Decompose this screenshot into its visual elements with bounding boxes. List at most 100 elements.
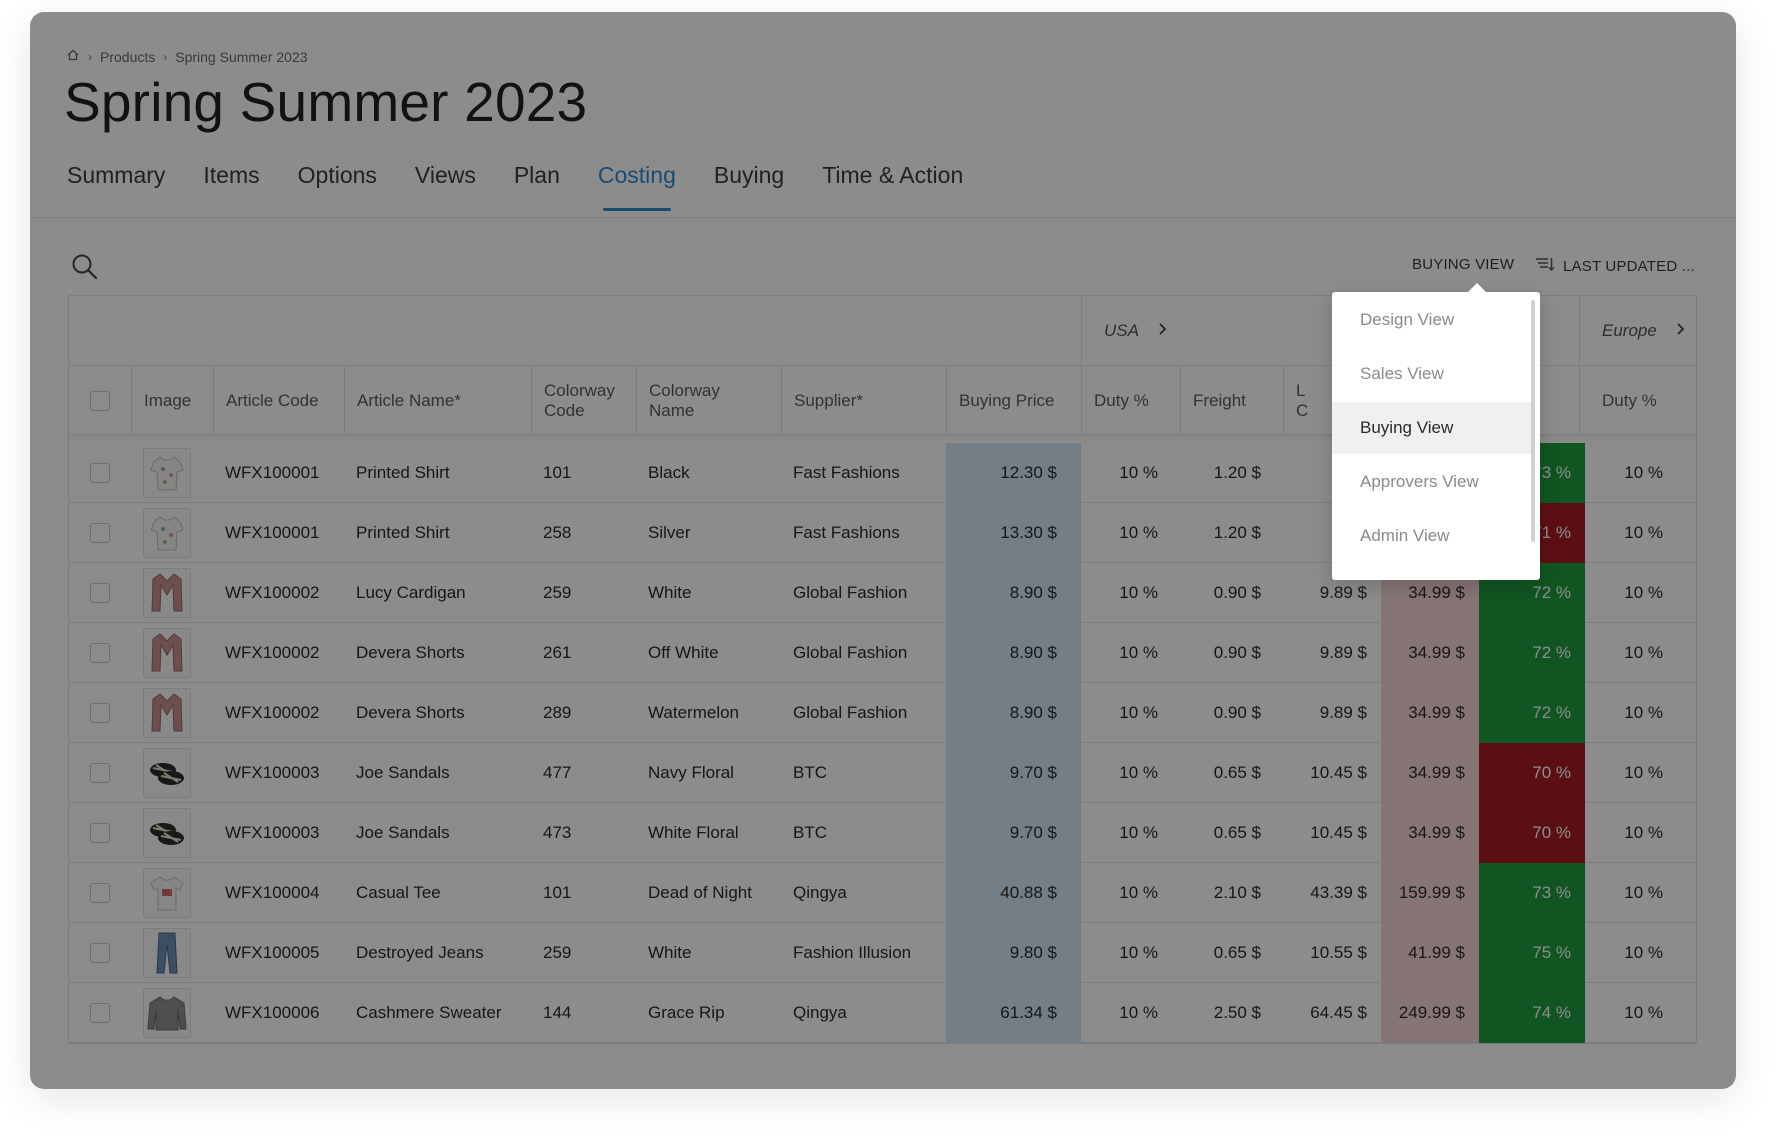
cell-duty-eu[interactable]: 10 % [1585,743,1697,803]
cell-buying-price[interactable]: 61.34 $ [946,983,1081,1043]
cell-rrp[interactable]: 34.99 $ [1381,623,1479,683]
cell-duty-eu[interactable]: 10 % [1585,683,1697,743]
cell-freight[interactable]: 0.90 $ [1180,683,1283,743]
group-usa[interactable]: USA [1081,296,1316,366]
col-article-code[interactable]: Article Code [213,366,344,435]
tab-summary[interactable]: Summary [67,162,165,211]
menu-item-approvers-view[interactable]: Approvers View [1332,456,1532,508]
dropdown-scrollbar[interactable] [1531,300,1535,542]
search-icon[interactable] [70,252,100,282]
row-checkbox[interactable] [90,703,110,723]
table-row[interactable]: WFX100002 Devera Shorts 261 Off White Gl… [69,623,1696,683]
product-thumbnail[interactable] [143,748,191,798]
table-row[interactable]: WFX100006 Cashmere Sweater 144 Grace Rip… [69,983,1696,1043]
cell-duty[interactable]: 10 % [1081,803,1180,863]
row-checkbox[interactable] [90,943,110,963]
tab-options[interactable]: Options [298,162,377,211]
cell-buying-price[interactable]: 9.70 $ [946,743,1081,803]
group-europe[interactable]: Europe [1579,296,1697,366]
cell-freight[interactable]: 0.90 $ [1180,563,1283,623]
table-row[interactable]: WFX100003 Joe Sandals 473 White Floral B… [69,803,1696,863]
cell-duty[interactable]: 10 % [1081,443,1180,503]
table-row[interactable]: WFX100005 Destroyed Jeans 259 White Fash… [69,923,1696,983]
cell-buying-price[interactable]: 13.30 $ [946,503,1081,563]
cell-duty-eu[interactable]: 10 % [1585,563,1697,623]
product-thumbnail[interactable] [143,688,191,738]
cell-freight[interactable]: 0.65 $ [1180,803,1283,863]
cell-rrp[interactable]: 34.99 $ [1381,683,1479,743]
product-thumbnail[interactable] [143,448,191,498]
col-buying-price[interactable]: Buying Price [946,366,1081,435]
cell-freight[interactable]: 0.65 $ [1180,743,1283,803]
cell-freight[interactable]: 0.90 $ [1180,623,1283,683]
cell-duty-eu[interactable]: 10 % [1585,443,1697,503]
col-supplier[interactable]: Supplier* [781,366,946,435]
cell-rrp[interactable]: 34.99 $ [1381,803,1479,863]
cell-freight[interactable]: 2.50 $ [1180,983,1283,1043]
tab-buying[interactable]: Buying [714,162,784,211]
breadcrumb-products[interactable]: Products [100,49,155,65]
select-all-checkbox[interactable] [90,390,110,411]
product-thumbnail[interactable] [143,508,191,558]
row-checkbox[interactable] [90,583,110,603]
cell-duty[interactable]: 10 % [1081,683,1180,743]
product-thumbnail[interactable] [143,808,191,858]
product-thumbnail[interactable] [143,928,191,978]
table-row[interactable]: WFX100004 Casual Tee 101 Dead of Night Q… [69,863,1696,923]
cell-duty[interactable]: 10 % [1081,623,1180,683]
cell-freight[interactable]: 1.20 $ [1180,443,1283,503]
menu-item-admin-view[interactable]: Admin View [1332,510,1532,562]
col-duty-eu[interactable]: Duty % [1579,366,1697,435]
cell-freight[interactable]: 2.10 $ [1180,863,1283,923]
row-checkbox[interactable] [90,1003,110,1023]
product-thumbnail[interactable] [143,988,191,1038]
menu-item-buying-view[interactable]: Buying View [1332,402,1532,454]
row-checkbox[interactable] [90,823,110,843]
tab-costing[interactable]: Costing [598,162,676,211]
menu-item-design-view[interactable]: Design View [1332,294,1532,346]
col-colorway-code[interactable]: Colorway Code [531,366,636,435]
product-thumbnail[interactable] [143,868,191,918]
cell-buying-price[interactable]: 8.90 $ [946,683,1081,743]
cell-duty[interactable]: 10 % [1081,863,1180,923]
cell-rrp[interactable]: 249.99 $ [1381,983,1479,1043]
cell-duty-eu[interactable]: 10 % [1585,863,1697,923]
cell-duty[interactable]: 10 % [1081,743,1180,803]
cell-buying-price[interactable]: 40.88 $ [946,863,1081,923]
cell-duty[interactable]: 10 % [1081,983,1180,1043]
col-duty[interactable]: Duty % [1081,366,1180,435]
cell-buying-price[interactable]: 8.90 $ [946,563,1081,623]
product-thumbnail[interactable] [143,568,191,618]
cell-buying-price[interactable]: 9.80 $ [946,923,1081,983]
view-selector-button[interactable]: BUYING VIEW [1412,256,1514,273]
table-row[interactable]: WFX100002 Devera Shorts 289 Watermelon G… [69,683,1696,743]
cell-duty[interactable]: 10 % [1081,563,1180,623]
cell-buying-price[interactable]: 12.30 $ [946,443,1081,503]
row-checkbox[interactable] [90,883,110,903]
row-checkbox[interactable] [90,523,110,543]
tab-time-action[interactable]: Time & Action [822,162,963,211]
cell-duty-eu[interactable]: 10 % [1585,623,1697,683]
tab-views[interactable]: Views [415,162,476,211]
col-colorway-name[interactable]: Colorway Name [636,366,781,435]
col-image[interactable]: Image [131,366,213,435]
cell-duty-eu[interactable]: 10 % [1585,503,1697,563]
row-checkbox[interactable] [90,763,110,783]
cell-duty-eu[interactable]: 10 % [1585,923,1697,983]
cell-rrp[interactable]: 34.99 $ [1381,743,1479,803]
cell-rrp[interactable]: 41.99 $ [1381,923,1479,983]
cell-buying-price[interactable]: 9.70 $ [946,803,1081,863]
cell-duty[interactable]: 10 % [1081,923,1180,983]
col-freight[interactable]: Freight [1180,366,1283,435]
tab-items[interactable]: Items [203,162,259,211]
cell-freight[interactable]: 1.20 $ [1180,503,1283,563]
cell-freight[interactable]: 0.65 $ [1180,923,1283,983]
cell-duty-eu[interactable]: 10 % [1585,983,1697,1043]
col-article-name[interactable]: Article Name* [344,366,531,435]
tab-plan[interactable]: Plan [514,162,560,211]
cell-rrp[interactable]: 159.99 $ [1381,863,1479,923]
home-icon[interactable] [66,48,80,65]
cell-buying-price[interactable]: 8.90 $ [946,623,1081,683]
cell-duty-eu[interactable]: 10 % [1585,803,1697,863]
row-checkbox[interactable] [90,643,110,663]
